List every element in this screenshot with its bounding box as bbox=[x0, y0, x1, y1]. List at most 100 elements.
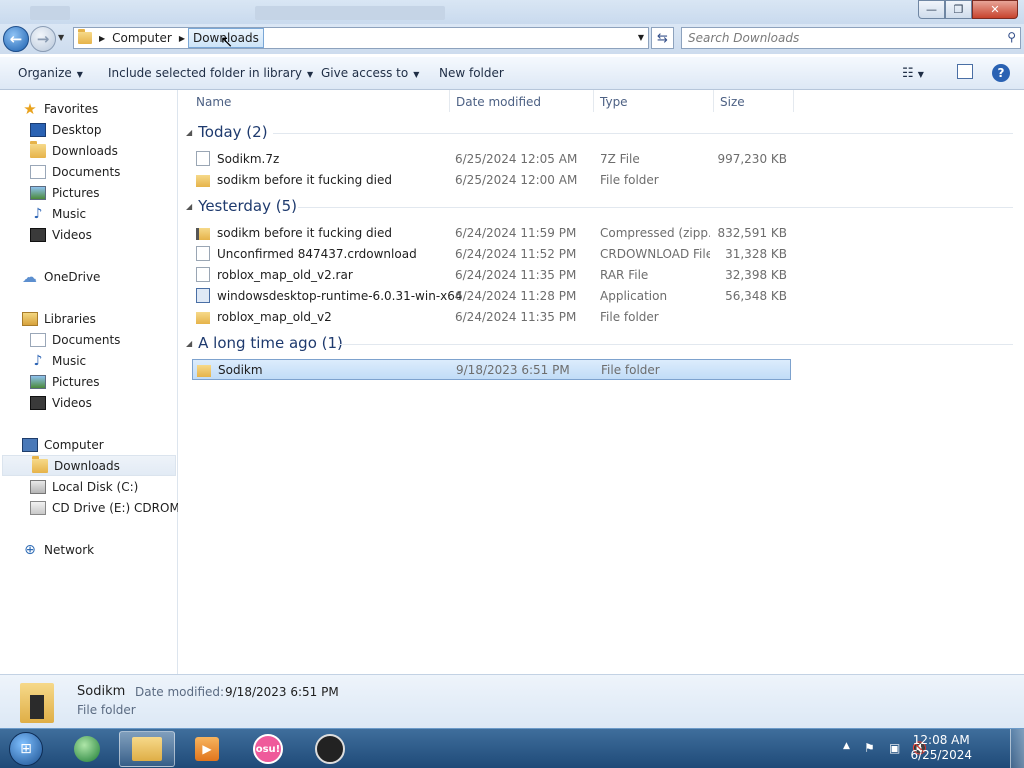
show-desktop-button[interactable] bbox=[1010, 729, 1024, 768]
sidebar-item-downloads[interactable]: Downloads bbox=[30, 140, 118, 161]
column-header-size[interactable]: Size bbox=[720, 90, 794, 112]
taskbar-ie[interactable] bbox=[59, 731, 115, 767]
file-row-selected[interactable]: Sodikm 9/18/2023 6:51 PM File folder bbox=[192, 359, 791, 380]
file-row[interactable]: Sodikm.7z 6/25/2024 12:05 AM 7Z File 997… bbox=[192, 148, 791, 169]
details-name: Sodikm bbox=[77, 684, 126, 699]
sidebar-label: Favorites bbox=[44, 101, 99, 116]
file-row[interactable]: roblox_map_old_v2.rar 6/24/2024 11:35 PM… bbox=[192, 264, 791, 285]
sidebar-item-computer-downloads[interactable]: Downloads bbox=[2, 455, 176, 476]
file-name-cell: sodikm before it fucking died bbox=[196, 226, 392, 240]
help-icon[interactable]: ? bbox=[992, 64, 1010, 82]
file-name-cell: roblox_map_old_v2.rar bbox=[196, 267, 353, 282]
documents-icon bbox=[30, 332, 46, 347]
back-button[interactable]: ← bbox=[3, 26, 29, 52]
sidebar-label: Music bbox=[52, 206, 87, 221]
file-row[interactable]: roblox_map_old_v2 6/24/2024 11:35 PM Fil… bbox=[192, 306, 791, 327]
folder-icon bbox=[196, 174, 210, 187]
command-bar: Organize ▼ Include selected folder in lib… bbox=[0, 56, 1024, 90]
downloads-folder-icon bbox=[30, 140, 46, 158]
downloads-folder-icon bbox=[32, 455, 48, 473]
taskbar-media-player[interactable]: ▶ bbox=[179, 731, 235, 767]
file-name: Sodikm.7z bbox=[217, 151, 280, 166]
sidebar-item-local-disk[interactable]: Local Disk (C:) bbox=[30, 476, 138, 497]
clock[interactable]: 12:08 AM 6/25/2024 bbox=[910, 733, 972, 763]
collapse-triangle-icon[interactable]: ◢ bbox=[186, 128, 192, 137]
chevron-right-icon[interactable]: ▶ bbox=[96, 34, 108, 43]
collapse-triangle-icon[interactable]: ◢ bbox=[186, 339, 192, 348]
column-header-date[interactable]: Date modified bbox=[456, 90, 594, 112]
file-icon bbox=[196, 246, 210, 261]
show-hidden-icons-icon[interactable]: ▲ bbox=[843, 741, 850, 751]
history-dropdown-icon[interactable]: ▼ bbox=[58, 33, 64, 42]
media-player-icon: ▶ bbox=[195, 737, 219, 761]
taskbar-explorer[interactable] bbox=[119, 731, 175, 767]
hard-disk-icon bbox=[30, 479, 46, 494]
sidebar-item-lib-pictures[interactable]: Pictures bbox=[30, 371, 100, 392]
new-folder-button[interactable]: New folder bbox=[439, 66, 504, 80]
music-icon: ♪ bbox=[33, 205, 43, 222]
forward-button[interactable]: → bbox=[30, 26, 56, 52]
group-header[interactable]: ◢ Today (2) bbox=[186, 123, 268, 141]
sidebar-item-cd-drive[interactable]: CD Drive (E:) CDROM bbox=[30, 497, 180, 518]
sidebar-label: Libraries bbox=[44, 311, 96, 326]
organize-button[interactable]: Organize ▼ bbox=[18, 66, 83, 80]
clock-time: 12:08 AM bbox=[912, 733, 970, 747]
mouse-cursor-icon: ↖ bbox=[220, 32, 234, 51]
sidebar-item-lib-documents[interactable]: Documents bbox=[30, 329, 120, 350]
documents-icon bbox=[30, 164, 46, 179]
file-row[interactable]: Unconfirmed 847437.crdownload 6/24/2024 … bbox=[192, 243, 791, 264]
sidebar-label: Videos bbox=[52, 395, 92, 410]
obs-icon bbox=[315, 734, 345, 764]
sidebar-item-lib-videos[interactable]: Videos bbox=[30, 392, 92, 413]
sidebar-network[interactable]: ⊕ Network bbox=[22, 539, 94, 560]
file-row[interactable]: windowsdesktop-runtime-6.0.31-win-x64 6/… bbox=[192, 285, 791, 306]
group-title: A long time ago (1) bbox=[198, 334, 343, 352]
column-header-name[interactable]: Name bbox=[196, 90, 450, 112]
group-header[interactable]: ◢ A long time ago (1) bbox=[186, 334, 343, 352]
start-button[interactable]: ⊞ bbox=[0, 729, 52, 768]
address-bar[interactable]: ▶ Computer ▶ Downloads ▼ bbox=[73, 27, 649, 49]
breadcrumb-computer[interactable]: Computer bbox=[108, 28, 176, 48]
sidebar-label: Videos bbox=[52, 227, 92, 242]
sidebar-item-desktop[interactable]: Desktop bbox=[30, 119, 102, 140]
file-type: RAR File bbox=[600, 267, 649, 282]
search-input[interactable]: Search Downloads ⚲ bbox=[681, 27, 1021, 49]
collapse-triangle-icon[interactable]: ◢ bbox=[186, 202, 192, 211]
group-header[interactable]: ◢ Yesterday (5) bbox=[186, 197, 297, 215]
network-tray-icon[interactable]: ▣ bbox=[889, 741, 900, 755]
minimize-button[interactable]: — bbox=[918, 0, 945, 19]
view-options-icon[interactable]: ☷ ▼ bbox=[902, 66, 924, 81]
give-access-button[interactable]: Give access to ▼ bbox=[321, 66, 419, 80]
sidebar-computer[interactable]: Computer bbox=[22, 434, 104, 455]
sidebar-libraries[interactable]: Libraries bbox=[22, 308, 96, 329]
sidebar-item-pictures[interactable]: Pictures bbox=[30, 182, 100, 203]
file-row[interactable]: sodikm before it fucking died 6/24/2024 … bbox=[192, 222, 791, 243]
search-icon[interactable]: ⚲ bbox=[1007, 30, 1016, 44]
desktop-icon bbox=[30, 122, 46, 137]
maximize-button[interactable]: ❐ bbox=[945, 0, 972, 19]
file-row[interactable]: sodikm before it fucking died 6/25/2024 … bbox=[192, 169, 791, 190]
sidebar-label: Network bbox=[44, 542, 95, 557]
refresh-icon[interactable]: ⇆ bbox=[651, 27, 674, 49]
sidebar-item-lib-music[interactable]: ♪ Music bbox=[30, 350, 87, 371]
chevron-right-icon[interactable]: ▶ bbox=[176, 34, 188, 43]
file-icon bbox=[196, 151, 210, 166]
file-name: roblox_map_old_v2 bbox=[217, 309, 332, 324]
action-center-flag-icon[interactable]: ⚑ bbox=[864, 741, 875, 755]
sidebar-item-documents[interactable]: Documents bbox=[30, 161, 120, 182]
computer-icon bbox=[22, 437, 38, 452]
sidebar-favorites[interactable]: ★ Favorites bbox=[22, 98, 98, 119]
file-name: roblox_map_old_v2.rar bbox=[217, 267, 353, 282]
include-in-library-button[interactable]: Include selected folder in library ▼ bbox=[108, 66, 313, 80]
sidebar-onedrive[interactable]: ☁ OneDrive bbox=[22, 266, 100, 287]
chevron-down-icon: ▼ bbox=[306, 70, 314, 79]
taskbar-obs[interactable] bbox=[302, 731, 358, 767]
column-header-type[interactable]: Type bbox=[600, 90, 714, 112]
taskbar-osu[interactable]: osu! bbox=[240, 731, 296, 767]
sidebar-item-videos[interactable]: Videos bbox=[30, 224, 92, 245]
chevron-down-icon[interactable]: ▼ bbox=[638, 33, 644, 42]
close-button[interactable]: ✕ bbox=[972, 0, 1018, 19]
details-date-value: 9/18/2023 6:51 PM bbox=[225, 685, 339, 699]
preview-pane-icon[interactable] bbox=[957, 64, 973, 79]
sidebar-item-music[interactable]: ♪ Music bbox=[30, 203, 87, 224]
